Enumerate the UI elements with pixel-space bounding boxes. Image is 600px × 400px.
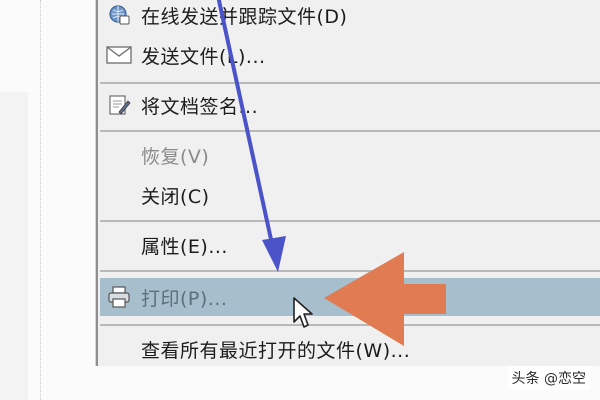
left-side-panel — [0, 92, 28, 400]
menu-separator — [100, 220, 600, 222]
menu-item-label: 查看所有最近打开的文件(W)... — [141, 339, 411, 362]
menu-item-label: 恢复(V) — [141, 145, 210, 168]
watermark: 头条 @恋空 — [507, 366, 590, 390]
menu-item-close[interactable]: 关闭(C) — [100, 176, 600, 214]
page-margin-guide — [40, 0, 41, 400]
menu-item-label: 打印(P)... — [141, 287, 228, 310]
menu-separator — [100, 324, 600, 326]
mouse-cursor-icon — [292, 296, 316, 334]
menu-item-label: 将文档签名... — [141, 95, 259, 118]
menu-item-print[interactable]: 打印(P)... — [100, 278, 600, 316]
menu-separator — [100, 270, 600, 272]
menu-separator — [100, 82, 600, 84]
menu-item-label: 属性(E)... — [141, 235, 228, 258]
menu-item-view-recent-files[interactable]: 查看所有最近打开的文件(W)... — [100, 330, 600, 368]
menu-item-revert[interactable]: 恢复(V) — [100, 136, 600, 174]
menu-item-send-file[interactable]: 发送文件(L)... — [100, 36, 600, 74]
sign-document-icon — [105, 91, 133, 119]
menu-item-send-and-track[interactable]: 在线发送并跟踪文件(D) — [100, 0, 600, 34]
envelope-icon — [105, 41, 133, 69]
menu-separator — [100, 130, 600, 132]
send-track-icon — [105, 1, 133, 29]
menu-item-label: 在线发送并跟踪文件(D) — [141, 5, 348, 28]
menu-item-label: 关闭(C) — [141, 185, 210, 208]
menu-item-label: 发送文件(L)... — [141, 45, 266, 68]
menu-item-sign-document[interactable]: 将文档签名... — [100, 86, 600, 124]
menu-item-properties[interactable]: 属性(E)... — [100, 226, 600, 264]
printer-icon — [105, 283, 133, 311]
